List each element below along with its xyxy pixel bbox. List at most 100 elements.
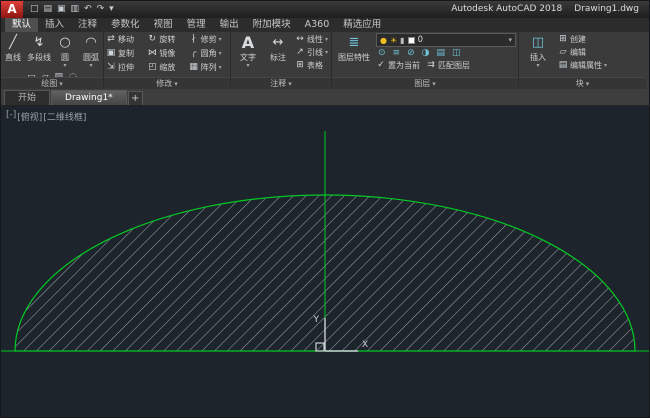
- layer-isolate-icon[interactable]: ⊘: [407, 48, 415, 58]
- chevron-down-icon: ▾: [246, 62, 250, 69]
- viewport-controls: [-] [俯视] [二维线框]: [6, 110, 86, 123]
- ribbon-tab-output[interactable]: 输出: [213, 18, 246, 32]
- tool-trim[interactable]: ∤ 修剪 ▾: [189, 33, 228, 46]
- table-icon: ⊞: [296, 60, 304, 70]
- file-tab-drawing1[interactable]: Drawing1*: [51, 90, 127, 105]
- stretch-icon: ⇲: [107, 62, 115, 72]
- redo-icon[interactable]: ↷: [97, 1, 105, 18]
- panel-layers: ≣ 图层特性 ● ☀ ▮ 0 ▾ ⊙ ≡ ⊘ ◑ ▤ ◫ ✓ 置为当前 ⇉ 匹配…: [332, 32, 519, 89]
- file-tab-start[interactable]: 开始: [4, 90, 51, 105]
- panel-footer-annotation[interactable]: 注释 ▾: [231, 77, 331, 89]
- drawing-canvas[interactable]: [-] [俯视] [二维线框] Y X: [1, 106, 649, 417]
- viewport-menu-control[interactable]: [-]: [6, 110, 16, 123]
- tool-line[interactable]: ╱ 直线: [2, 33, 25, 69]
- application-menu-button[interactable]: A: [1, 1, 23, 18]
- tool-scale[interactable]: ◰ 缩放: [147, 61, 186, 74]
- ribbon-tab-insert[interactable]: 插入: [38, 18, 71, 32]
- chevron-down-icon: ▾: [432, 80, 436, 88]
- check-icon: ✓: [377, 60, 385, 70]
- view-control[interactable]: [俯视]: [17, 110, 42, 123]
- set-current-layer-button[interactable]: ✓ 置为当前: [376, 59, 420, 72]
- ribbon-tab-annotate[interactable]: 注释: [71, 18, 104, 32]
- new-icon[interactable]: □: [30, 1, 39, 18]
- tool-polyline[interactable]: ↯ 多段线: [27, 33, 51, 69]
- chevron-down-icon: ▾: [59, 80, 63, 88]
- layer-properties-icon: ≣: [348, 35, 360, 50]
- save-icon[interactable]: ▣: [57, 1, 66, 18]
- line-icon: ╱: [9, 35, 17, 50]
- tool-edit-attributes[interactable]: ▤ 编辑属性 ▾: [558, 59, 607, 72]
- tool-fillet[interactable]: ╭ 圆角 ▾: [189, 47, 228, 60]
- tool-table[interactable]: ⊞ 表格: [295, 59, 328, 72]
- current-layer-name: 0: [417, 35, 423, 45]
- copy-icon: ▣: [106, 48, 116, 58]
- layer-lock-icon[interactable]: ▤: [437, 48, 446, 58]
- chevron-down-icon: ▾: [218, 64, 222, 71]
- ribbon-tab-a360[interactable]: A360: [298, 18, 337, 32]
- tool-leader[interactable]: ↗ 引线 ▾: [295, 46, 328, 59]
- layer-off-icon[interactable]: ⊙: [378, 48, 386, 58]
- tool-arc[interactable]: ◠ 圆弧 ▾: [80, 33, 103, 69]
- chevron-down-icon: ▾: [288, 80, 292, 88]
- tool-edit-block[interactable]: ▱ 编辑: [558, 46, 607, 59]
- dimension-icon: ↔: [272, 35, 284, 50]
- mirror-icon: ⋈: [147, 48, 157, 58]
- tool-layer-properties[interactable]: ≣ 图层特性: [336, 33, 372, 76]
- tool-copy[interactable]: ▣ 复制: [106, 47, 145, 60]
- move-icon: ⇄: [107, 34, 115, 44]
- tool-mirror[interactable]: ⋈ 镜像: [147, 47, 186, 60]
- create-block-icon: ⊞: [559, 34, 567, 44]
- tool-linear-dimension[interactable]: ↔ 线性 ▾: [295, 33, 328, 46]
- layer-tools-row: ⊙ ≡ ⊘ ◑ ▤ ◫: [376, 48, 516, 58]
- panel-footer-block[interactable]: 块 ▾: [519, 77, 646, 89]
- tool-rotate[interactable]: ↻ 旋转: [147, 33, 186, 46]
- visual-style-control[interactable]: [二维线框]: [43, 110, 86, 123]
- panel-footer-draw[interactable]: 绘图 ▾: [1, 77, 103, 89]
- ribbon-tab-home[interactable]: 默认: [5, 18, 39, 32]
- panel-footer-modify[interactable]: 修改 ▾: [104, 77, 230, 89]
- chevron-down-icon: ▾: [604, 62, 608, 69]
- leader-icon: ↗: [296, 47, 304, 57]
- circle-icon: ○: [59, 35, 71, 50]
- layer-walk-icon[interactable]: ◫: [452, 48, 461, 58]
- tool-stretch[interactable]: ⇲ 拉伸: [106, 61, 145, 74]
- tool-create-block[interactable]: ⊞ 创建: [558, 33, 607, 46]
- ribbon: ╱ 直线 ↯ 多段线 ○ 圆 ▾ ◠ 圆弧 ▾ ▭ ▱ ▨ ◌ 绘图 ▾ ⇄ 移…: [1, 32, 649, 89]
- tool-array[interactable]: ▦ 阵列 ▾: [189, 61, 228, 74]
- chevron-down-icon: ▾: [585, 80, 590, 88]
- plot-icon[interactable]: ▥: [71, 1, 80, 18]
- layer-dropdown[interactable]: ● ☀ ▮ 0 ▾: [376, 33, 516, 47]
- ribbon-tab-manage[interactable]: 管理: [180, 18, 213, 32]
- panel-draw: ╱ 直线 ↯ 多段线 ○ 圆 ▾ ◠ 圆弧 ▾ ▭ ▱ ▨ ◌ 绘图 ▾: [1, 32, 104, 89]
- undo-icon[interactable]: ↶: [84, 1, 92, 18]
- ribbon-tab-featured-apps[interactable]: 精选应用: [336, 18, 388, 32]
- insert-block-icon: ◫: [531, 35, 545, 50]
- file-tab-bar: 开始 Drawing1* +: [1, 89, 649, 106]
- tool-insert-block[interactable]: ◫ 插入 ▾: [524, 33, 552, 76]
- panel-footer-layers[interactable]: 图层 ▾: [332, 77, 518, 89]
- tool-text[interactable]: A 文字 ▾: [235, 33, 261, 76]
- layer-thaw-sun-icon: ☀: [389, 35, 398, 45]
- match-layer-icon: ⇉: [427, 60, 435, 70]
- ribbon-tab-parametric[interactable]: 参数化: [104, 18, 147, 32]
- model-space[interactable]: Y X: [1, 106, 649, 417]
- tool-circle[interactable]: ○ 圆 ▾: [54, 33, 77, 69]
- layer-freeze-icon[interactable]: ◑: [422, 48, 430, 58]
- ucs-y-label: Y: [313, 315, 320, 325]
- rotate-icon: ↻: [148, 34, 157, 44]
- window-title: Autodesk AutoCAD 2018 Drawing1.dwg: [451, 1, 639, 18]
- ribbon-tab-view[interactable]: 视图: [147, 18, 180, 32]
- document-title-text: Drawing1.dwg: [574, 4, 639, 14]
- tool-dimension[interactable]: ↔ 标注: [265, 33, 291, 76]
- new-drawing-tab-button[interactable]: +: [127, 91, 143, 105]
- titlebar: A □ ▤ ▣ ▥ ↶ ↷ ▾ Autodesk AutoCAD 2018 Dr…: [1, 1, 649, 18]
- chevron-down-icon: ▾: [325, 49, 329, 56]
- layer-states-icon[interactable]: ≡: [393, 48, 401, 58]
- linear-dimension-icon: ↔: [296, 34, 304, 44]
- open-icon[interactable]: ▤: [44, 1, 53, 18]
- ribbon-tab-addins[interactable]: 附加模块: [246, 18, 298, 32]
- text-icon: A: [241, 33, 255, 52]
- tool-move[interactable]: ⇄ 移动: [106, 33, 145, 46]
- match-layer-button[interactable]: ⇉ 匹配图层: [426, 59, 470, 72]
- qat-more-chevron-down-icon[interactable]: ▾: [109, 1, 114, 18]
